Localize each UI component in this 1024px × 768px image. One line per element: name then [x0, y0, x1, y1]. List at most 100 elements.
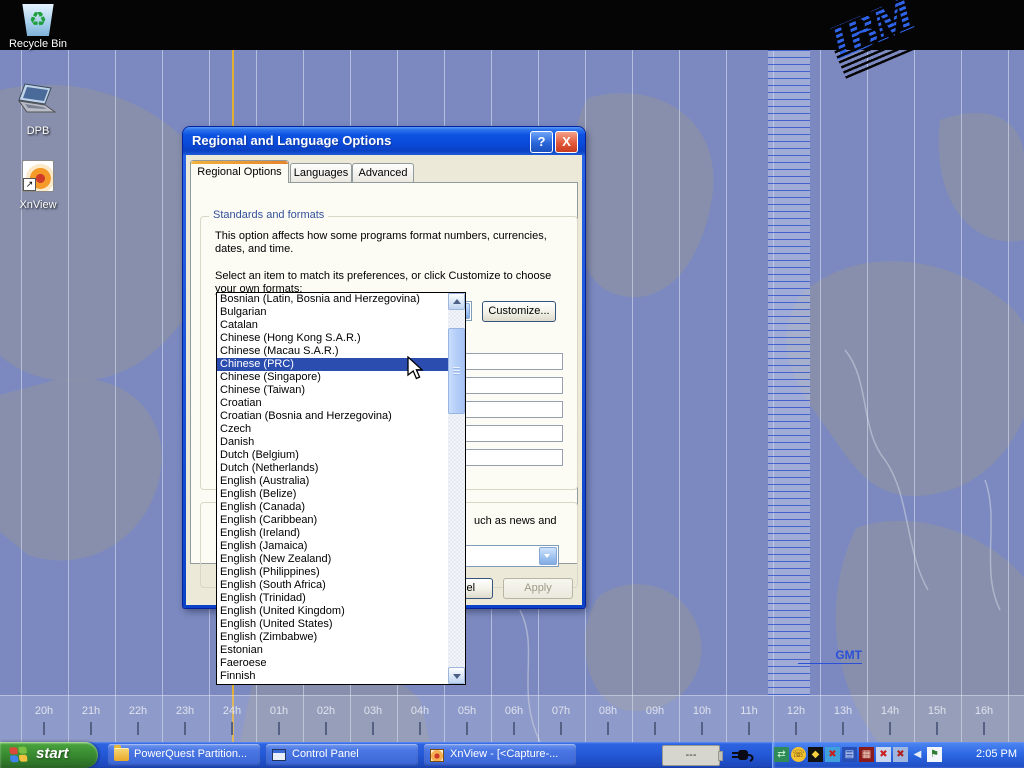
xnview-icon — [430, 749, 444, 762]
timezone-tick — [654, 722, 656, 735]
language-option[interactable]: Finnish — [217, 670, 448, 683]
agent-icon[interactable]: ☏ — [791, 747, 806, 762]
battery-meter[interactable]: --- — [662, 745, 720, 766]
taskbar-task-2[interactable]: Control Panel — [266, 744, 418, 766]
start-button[interactable]: start — [0, 742, 98, 768]
timezone-tick — [842, 722, 844, 735]
timezone-label: 15h — [928, 705, 946, 717]
system-tray: ⇄☏◆✖▤▦✖✖◀⚑ 2:05 PM — [772, 742, 1024, 768]
language-option[interactable]: English (Belize) — [217, 488, 448, 501]
close-button[interactable]: X — [555, 131, 578, 153]
language-option[interactable]: Catalan — [217, 319, 448, 332]
desktop-icon-recycle-bin[interactable]: ♻ Recycle Bin — [0, 4, 76, 50]
wireless-disconnected-icon[interactable]: ✖ — [893, 747, 908, 762]
dialog-title: Regional and Language Options — [192, 133, 391, 148]
ime-language-icon[interactable]: ⚑ — [927, 747, 942, 762]
timezone-tick — [513, 722, 515, 735]
display-adapter-icon[interactable]: ▦ — [859, 747, 874, 762]
language-option[interactable]: English (Philippines) — [217, 566, 448, 579]
scrollbar-thumb[interactable] — [448, 328, 465, 414]
language-option[interactable]: English (Australia) — [217, 475, 448, 488]
timezone-tick — [90, 722, 92, 735]
timezone-label: 23h — [176, 705, 194, 717]
volume-icon[interactable]: ◀ — [910, 747, 925, 762]
scroll-down-button[interactable] — [448, 667, 465, 684]
timezone-tick — [607, 722, 609, 735]
language-option[interactable]: English (Zimbabwe) — [217, 631, 448, 644]
timezone-label: 21h — [82, 705, 100, 717]
language-option[interactable]: English (Jamaica) — [217, 540, 448, 553]
network-places-icon[interactable]: ▤ — [842, 747, 857, 762]
timezone-label: 09h — [646, 705, 664, 717]
timezone-tick — [889, 722, 891, 735]
arrow-up-icon — [453, 299, 461, 304]
tab-advanced[interactable]: Advanced — [352, 163, 414, 183]
taskbar-task-1[interactable]: PowerQuest Partition... — [108, 744, 260, 766]
standards-select-line1: Select an item to match its preferences,… — [215, 270, 551, 283]
timezone-label: 22h — [129, 705, 147, 717]
removable-device-icon[interactable]: ⇄ — [774, 747, 789, 762]
task-label: PowerQuest Partition... — [134, 748, 255, 760]
language-option[interactable]: Croatian — [217, 397, 448, 410]
customize-button[interactable]: Customize... — [482, 301, 556, 322]
antivirus-shield-icon[interactable]: ◆ — [808, 747, 823, 762]
dialog-titlebar[interactable]: Regional and Language Options ? X — [183, 127, 585, 155]
timezone-label: 07h — [552, 705, 570, 717]
taskbar: start PowerQuest Partition... Control Pan… — [0, 742, 1024, 768]
timezone-tick — [466, 722, 468, 735]
timezone-label: 20h — [35, 705, 53, 717]
list-scrollbar[interactable] — [448, 293, 465, 684]
tab-languages[interactable]: Languages — [290, 163, 352, 183]
language-option[interactable]: Danish — [217, 436, 448, 449]
standards-desc-line2: dates, and time. — [215, 243, 293, 256]
language-option[interactable]: Faeroese — [217, 657, 448, 670]
task-label: XnView - [<Capture-... — [450, 748, 571, 760]
tab-regional-options[interactable]: Regional Options — [190, 160, 289, 183]
language-option[interactable]: Chinese (Taiwan) — [217, 384, 448, 397]
language-option[interactable]: English (Trinidad) — [217, 592, 448, 605]
language-option[interactable]: Croatian (Bosnia and Herzegovina) — [217, 410, 448, 423]
timezone-tick — [983, 722, 985, 735]
desktop-icon-xnview[interactable]: ↗ XnView — [0, 160, 76, 211]
language-option[interactable]: English (Canada) — [217, 501, 448, 514]
taskbar-task-3[interactable]: XnView - [<Capture-... — [424, 744, 576, 766]
language-option[interactable]: English (New Zealand) — [217, 553, 448, 566]
language-option[interactable]: Bulgarian — [217, 306, 448, 319]
timezone-tick — [231, 722, 233, 735]
power-plug-icon — [730, 747, 756, 763]
shortcut-arrow-icon: ↗ — [23, 178, 36, 191]
help-button[interactable]: ? — [530, 131, 553, 153]
xnview-icon: ↗ — [22, 160, 54, 192]
language-option[interactable]: English (United States) — [217, 618, 448, 631]
timezone-label: 02h — [317, 705, 335, 717]
language-option[interactable]: Estonian — [217, 644, 448, 657]
windows-flag-icon — [9, 746, 27, 763]
language-option[interactable]: Chinese (Hong Kong S.A.R.) — [217, 332, 448, 345]
timezone-label: 16h — [975, 705, 993, 717]
gmt-label: GMT — [798, 648, 862, 664]
timezone-label: 13h — [834, 705, 852, 717]
recycle-bin-icon: ♻ — [21, 4, 55, 36]
timezone-label: 06h — [505, 705, 523, 717]
users-offline-icon[interactable]: ✖ — [825, 747, 840, 762]
timezone-tick — [137, 722, 139, 735]
scroll-up-button[interactable] — [448, 293, 465, 310]
device-disconnected-icon[interactable]: ✖ — [876, 747, 891, 762]
language-option[interactable]: English (Caribbean) — [217, 514, 448, 527]
combo-dropdown-button[interactable] — [539, 547, 557, 565]
apply-button[interactable]: Apply — [503, 578, 573, 599]
language-option[interactable]: Dutch (Netherlands) — [217, 462, 448, 475]
language-option[interactable]: English (United Kingdom) — [217, 605, 448, 618]
language-option[interactable]: English (Ireland) — [217, 527, 448, 540]
language-option[interactable]: Czech — [217, 423, 448, 436]
arrow-down-icon — [453, 674, 461, 679]
taskbar-clock[interactable]: 2:05 PM — [976, 748, 1017, 760]
timezone-label: 03h — [364, 705, 382, 717]
desktop-icon-dpb[interactable]: DPB — [0, 82, 76, 137]
language-option[interactable]: English (South Africa) — [217, 579, 448, 592]
language-option[interactable]: Dutch (Belgium) — [217, 449, 448, 462]
timezone-label: 08h — [599, 705, 617, 717]
language-option[interactable]: Bosnian (Latin, Bosnia and Herzegovina) — [217, 293, 448, 306]
timezone-tick — [795, 722, 797, 735]
mouse-cursor — [407, 356, 427, 382]
